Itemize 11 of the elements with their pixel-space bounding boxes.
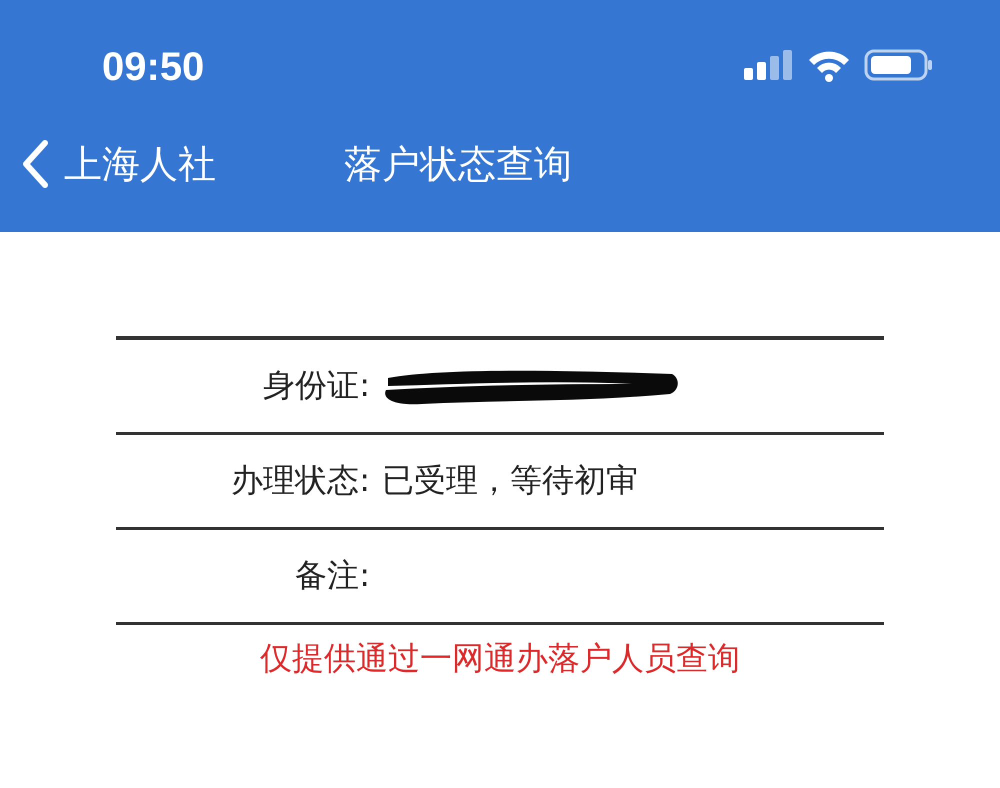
battery-icon (864, 48, 934, 82)
page-title: 落户状态查询 (344, 140, 572, 188)
field-value: 已受理，等待初审 (382, 460, 638, 501)
notice-text: 仅提供通过一网通办落户人员查询 (260, 638, 740, 679)
field-label: 备注: (294, 555, 370, 596)
status-time: 09:50 (102, 44, 204, 90)
back-chevron-icon (20, 139, 50, 189)
back-button[interactable]: 上海人社 (20, 138, 216, 190)
field-label: 身份证: (262, 365, 370, 406)
field-label: 办理状态: (230, 460, 370, 501)
signal-icon (742, 48, 794, 82)
